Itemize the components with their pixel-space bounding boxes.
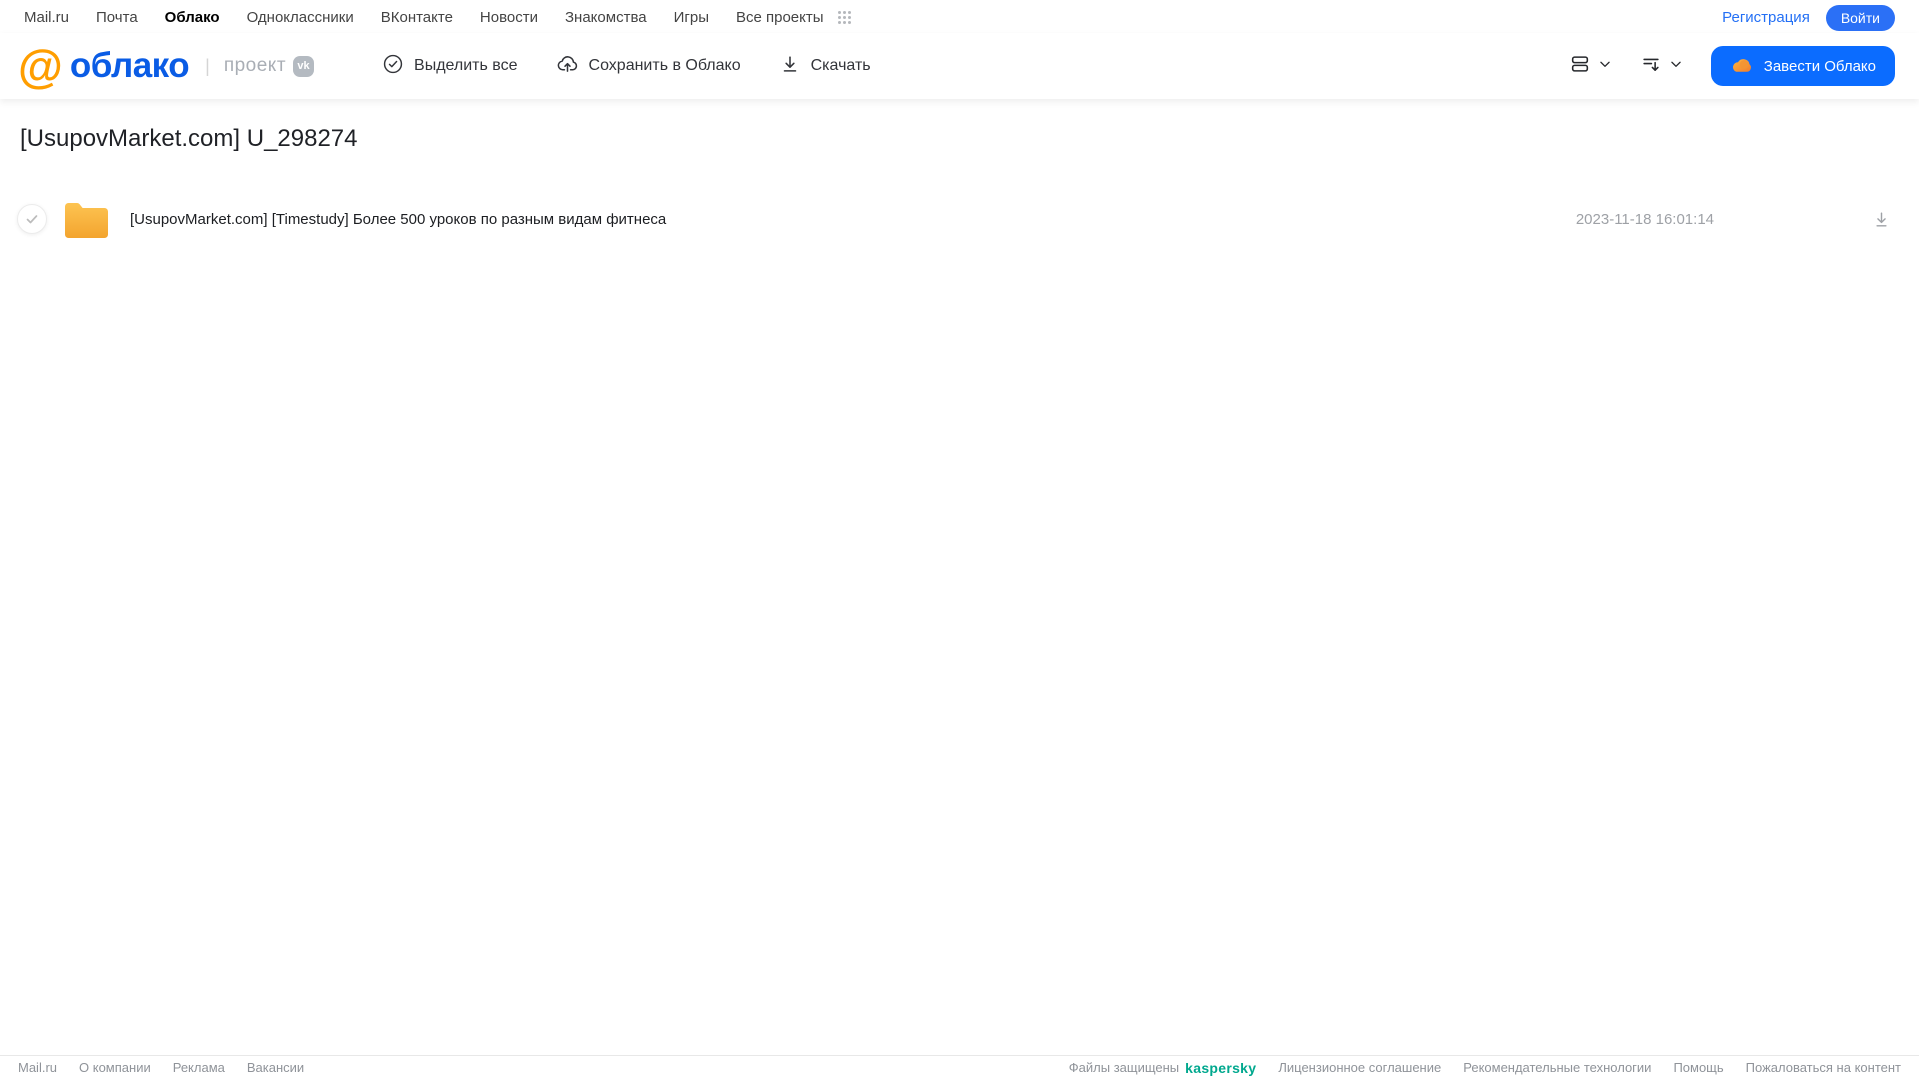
sort-control[interactable] [1640, 53, 1683, 80]
page-title: [UsupovMarket.com] U_298274 [20, 125, 358, 152]
checkmark-icon [26, 215, 38, 224]
list-view-icon [1569, 53, 1591, 80]
content-area: [UsupovMarket.com] U_298274 [UsupovMarke… [0, 99, 1919, 1055]
cloud-logo[interactable]: @ облако [18, 40, 190, 92]
mailru-at-icon: @ [18, 40, 63, 92]
footer-link-jobs[interactable]: Вакансии [247, 1060, 304, 1075]
project-label: проект [223, 55, 287, 76]
footer-link-help[interactable]: Помощь [1673, 1060, 1723, 1075]
nav-item-mailru[interactable]: Mail.ru [24, 9, 69, 26]
file-date: 2023-11-18 16:01:14 [1575, 210, 1714, 228]
chevron-down-icon [1598, 57, 1612, 76]
kaspersky-protection: Файлы защищены kaspersky [1069, 1060, 1257, 1076]
login-button[interactable]: Войти [1825, 4, 1895, 31]
header-controls: Завести Облако [1569, 46, 1895, 86]
file-checkbox[interactable] [17, 204, 47, 234]
nav-item-vkontakte[interactable]: ВКонтакте [381, 9, 453, 26]
sort-icon [1640, 53, 1662, 80]
download-icon [779, 53, 801, 80]
footer-link-report[interactable]: Пожаловаться на контент [1746, 1060, 1901, 1075]
file-toolbar: Выделить все Сохранить в Облако Скачать [382, 52, 871, 80]
nav-item-znakomstva[interactable]: Знакомства [565, 9, 647, 26]
view-mode-control[interactable] [1569, 53, 1612, 80]
check-circle-icon [382, 53, 404, 80]
footer-link-mailru[interactable]: Mail.ru [18, 1060, 57, 1075]
cloud-header: @ облако | проект vk Выделить все Сохран… [0, 33, 1919, 99]
page-footer: Mail.ru О компании Реклама Вакансии Файл… [0, 1055, 1919, 1079]
select-all-button[interactable]: Выделить все [382, 53, 518, 80]
download-label: Скачать [810, 57, 871, 74]
cloud-logo-text: облако [69, 46, 190, 85]
portal-auth: Регистрация Войти [1722, 4, 1895, 31]
protected-by-label: Файлы защищены [1068, 1060, 1180, 1075]
cloud-icon [1730, 55, 1754, 78]
nav-item-odnoklassniki[interactable]: Одноклассники [247, 9, 354, 26]
grid-dots-icon[interactable] [837, 10, 852, 25]
kaspersky-logo: kaspersky [1185, 1059, 1257, 1076]
file-name-link[interactable]: [UsupovMarket.com] [Timestudy] Более 500… [130, 211, 666, 228]
file-download-icon[interactable] [1872, 210, 1891, 229]
footer-link-license[interactable]: Лицензионное соглашение [1278, 1060, 1441, 1075]
cloud-upload-icon [556, 52, 579, 80]
footer-link-company[interactable]: О компании [79, 1060, 151, 1075]
nav-item-oblako[interactable]: Облако [165, 9, 220, 26]
footer-left-links: Mail.ru О компании Реклама Вакансии [18, 1060, 304, 1075]
footer-link-recommendations[interactable]: Рекомендательные технологии [1463, 1060, 1651, 1075]
get-cloud-label: Завести Облако [1763, 57, 1876, 75]
portal-links: Mail.ru Почта Облако Одноклассники ВКонт… [24, 9, 852, 26]
nav-item-pochta[interactable]: Почта [96, 9, 138, 26]
footer-right-links: Файлы защищены kaspersky Лицензионное со… [1069, 1060, 1901, 1076]
registration-link[interactable]: Регистрация [1722, 9, 1810, 26]
vk-badge-icon: vk [293, 55, 315, 77]
portal-navbar: Mail.ru Почта Облако Одноклассники ВКонт… [0, 0, 1919, 33]
get-cloud-button[interactable]: Завести Облако [1710, 46, 1895, 86]
footer-link-ads[interactable]: Реклама [173, 1060, 225, 1075]
nav-item-novosti[interactable]: Новости [480, 9, 538, 26]
nav-item-all-projects[interactable]: Все проекты [736, 9, 824, 26]
nav-item-igry[interactable]: Игры [674, 9, 709, 26]
logo-divider: | [205, 55, 210, 76]
save-to-cloud-button[interactable]: Сохранить в Облако [556, 52, 741, 80]
save-to-cloud-label: Сохранить в Облако [588, 57, 741, 74]
select-all-label: Выделить все [414, 57, 518, 74]
chevron-down-icon [1669, 57, 1683, 76]
download-button[interactable]: Скачать [779, 53, 871, 80]
file-row[interactable]: [UsupovMarket.com] [Timestudy] Более 500… [0, 195, 1919, 243]
folder-icon [63, 201, 108, 238]
